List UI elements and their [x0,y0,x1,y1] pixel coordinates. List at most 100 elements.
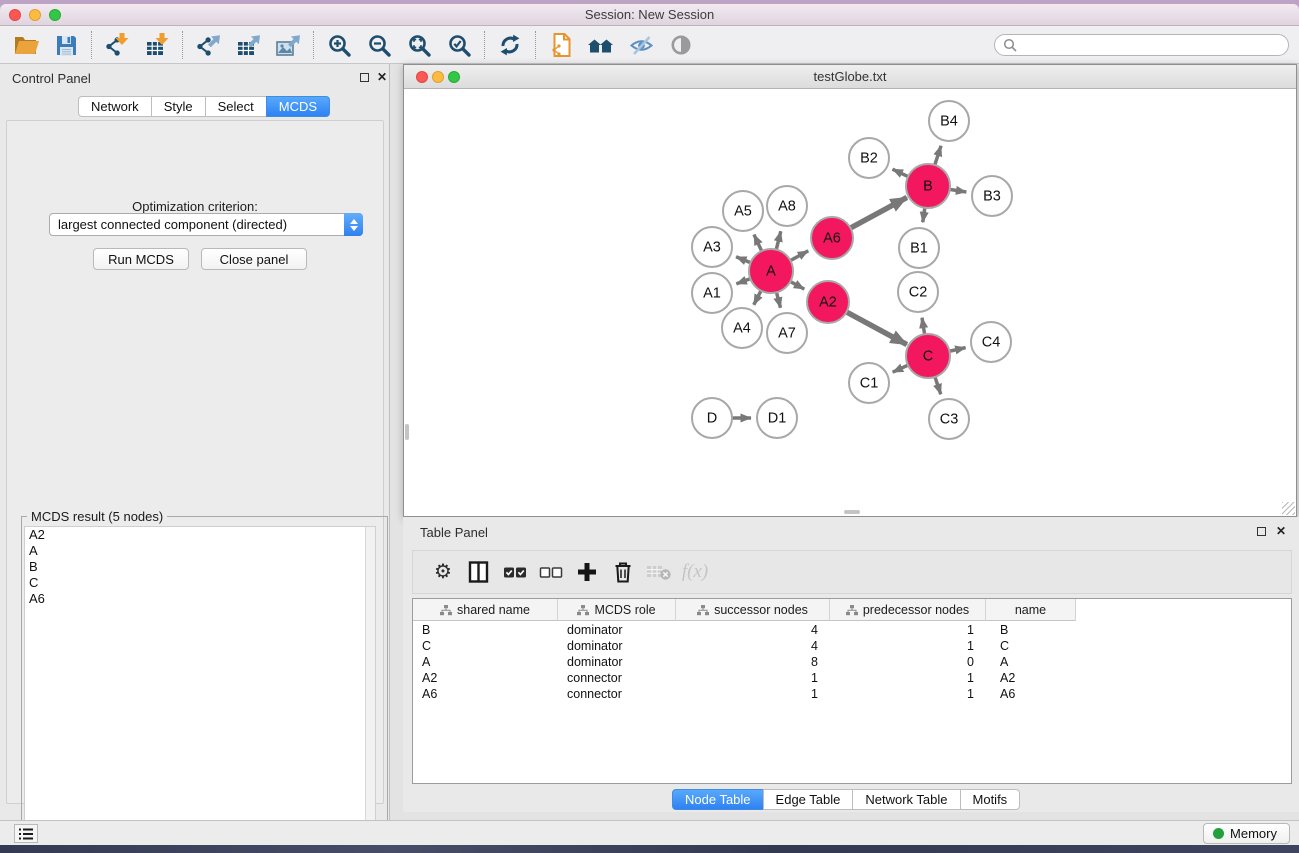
network-view-window: testGlobe.txt AA1A2A3A4A5A6A7A8BB1B2B3B4… [403,64,1297,517]
table-cell[interactable]: B [986,622,1076,638]
table-cell[interactable]: 1 [830,638,986,654]
show-all-views-icon[interactable] [581,29,621,61]
result-scrollbar[interactable] [365,527,375,830]
add-column-icon[interactable] [569,556,605,588]
apply-layout-icon[interactable] [490,29,530,61]
table-cell[interactable]: 1 [830,686,986,702]
export-table-icon[interactable] [228,29,268,61]
horizontal-scroll-indicator[interactable] [844,510,860,514]
zoom-selected-icon[interactable] [439,29,479,61]
network-window-titlebar[interactable]: testGlobe.txt [404,65,1296,89]
result-item[interactable]: A2 [25,527,375,543]
unselect-all-icon[interactable] [533,556,569,588]
graph-node-label: A6 [823,231,841,247]
table-cell[interactable]: connector [558,670,676,686]
column-header-MCDS-role[interactable]: MCDS role [558,599,676,621]
hide-selected-icon[interactable] [621,29,661,61]
close-icon[interactable]: ✕ [1276,524,1286,538]
vertical-scroll-indicator[interactable] [405,424,409,440]
table-cell[interactable]: 8 [676,654,830,670]
column-header-name[interactable]: name [986,599,1076,621]
table-cell[interactable]: dominator [558,654,676,670]
column-header-shared-name[interactable]: shared name [413,599,558,621]
table-cell[interactable]: A2 [413,670,558,686]
tab-motifs[interactable]: Motifs [960,789,1021,810]
task-list-icon[interactable] [14,824,38,843]
table-row[interactable]: Bdominator41B [413,622,1291,638]
zoom-fit-icon[interactable] [399,29,439,61]
table-cell[interactable]: A2 [986,670,1076,686]
graph-node-label: A5 [734,204,752,220]
search-field[interactable] [994,34,1289,56]
result-item[interactable]: A [25,543,375,559]
table-cell[interactable]: 4 [676,622,830,638]
table-cell[interactable]: 1 [676,686,830,702]
tab-edge-table[interactable]: Edge Table [763,789,854,810]
optimization-label: Optimization criterion: [7,199,383,214]
table-cell[interactable]: 1 [830,622,986,638]
table-row[interactable]: Cdominator41C [413,638,1291,654]
table-cell[interactable]: connector [558,686,676,702]
table-cell[interactable]: 4 [676,638,830,654]
table-cell[interactable]: dominator [558,638,676,654]
delete-column-icon[interactable] [605,556,641,588]
table-row[interactable]: A6connector11A6 [413,686,1291,702]
table-settings-icon[interactable]: ⚙ [425,556,461,588]
open-file-icon[interactable] [6,29,46,61]
graph-node-label: A2 [819,295,837,311]
tab-mcds[interactable]: MCDS [266,96,330,117]
tab-node-table[interactable]: Node Table [672,789,764,810]
table-cell[interactable]: C [986,638,1076,654]
tab-select[interactable]: Select [205,96,267,117]
toolbar-separator [182,31,183,59]
export-image-icon[interactable] [268,29,308,61]
tab-network-table[interactable]: Network Table [852,789,960,810]
result-item[interactable]: A6 [25,591,375,607]
float-icon[interactable] [1257,527,1266,536]
search-input[interactable] [1022,38,1288,52]
run-mcds-button[interactable]: Run MCDS [93,248,189,270]
export-network-icon[interactable] [188,29,228,61]
memory-button[interactable]: Memory [1203,823,1290,844]
table-cell[interactable]: A6 [413,686,558,702]
graph-node-label: A3 [703,240,721,256]
table-cell[interactable]: 0 [830,654,986,670]
tab-style[interactable]: Style [151,96,206,117]
resize-grip-icon[interactable] [1282,502,1295,515]
table-cell[interactable]: dominator [558,622,676,638]
table-row[interactable]: Adominator80A [413,654,1291,670]
zoom-out-icon[interactable] [359,29,399,61]
result-item[interactable]: B [25,559,375,575]
table-cell[interactable]: A6 [986,686,1076,702]
columns-icon[interactable] [461,556,497,588]
float-icon[interactable] [360,73,369,82]
table-cell[interactable]: A [413,654,558,670]
network-view-title: testGlobe.txt [404,69,1296,84]
table-cell[interactable]: B [413,622,558,638]
table-cell[interactable]: A [986,654,1076,670]
import-table-icon[interactable] [137,29,177,61]
zoom-in-icon[interactable] [319,29,359,61]
table-cell[interactable]: 1 [676,670,830,686]
save-session-icon[interactable] [46,29,86,61]
close-panel-button[interactable]: Close panel [201,248,307,270]
import-network-icon[interactable] [97,29,137,61]
column-header-successor-nodes[interactable]: successor nodes [676,599,830,621]
attribute-tree-icon [577,605,589,616]
content-area: Control Panel ✕ NetworkStyleSelectMCDS O… [0,64,1299,820]
create-view-icon[interactable] [541,29,581,61]
table-row[interactable]: A2connector11A2 [413,670,1291,686]
graph-node-label: D [707,411,717,427]
result-item[interactable]: C [25,575,375,591]
graph-node-label: B3 [983,189,1001,205]
mcds-result-list[interactable]: A2ABCA6 [24,526,376,831]
show-hidden-icon[interactable] [661,29,701,61]
table-cell[interactable]: C [413,638,558,654]
criterion-dropdown[interactable]: largest connected component (directed) [49,213,363,236]
select-all-icon[interactable] [497,556,533,588]
network-canvas[interactable]: AA1A2A3A4A5A6A7A8BB1B2B3B4CC1C2C3C4DD1 [404,89,1296,516]
close-icon[interactable]: ✕ [377,70,387,84]
tab-network[interactable]: Network [78,96,152,117]
column-header-predecessor-nodes[interactable]: predecessor nodes [830,599,986,621]
table-cell[interactable]: 1 [830,670,986,686]
